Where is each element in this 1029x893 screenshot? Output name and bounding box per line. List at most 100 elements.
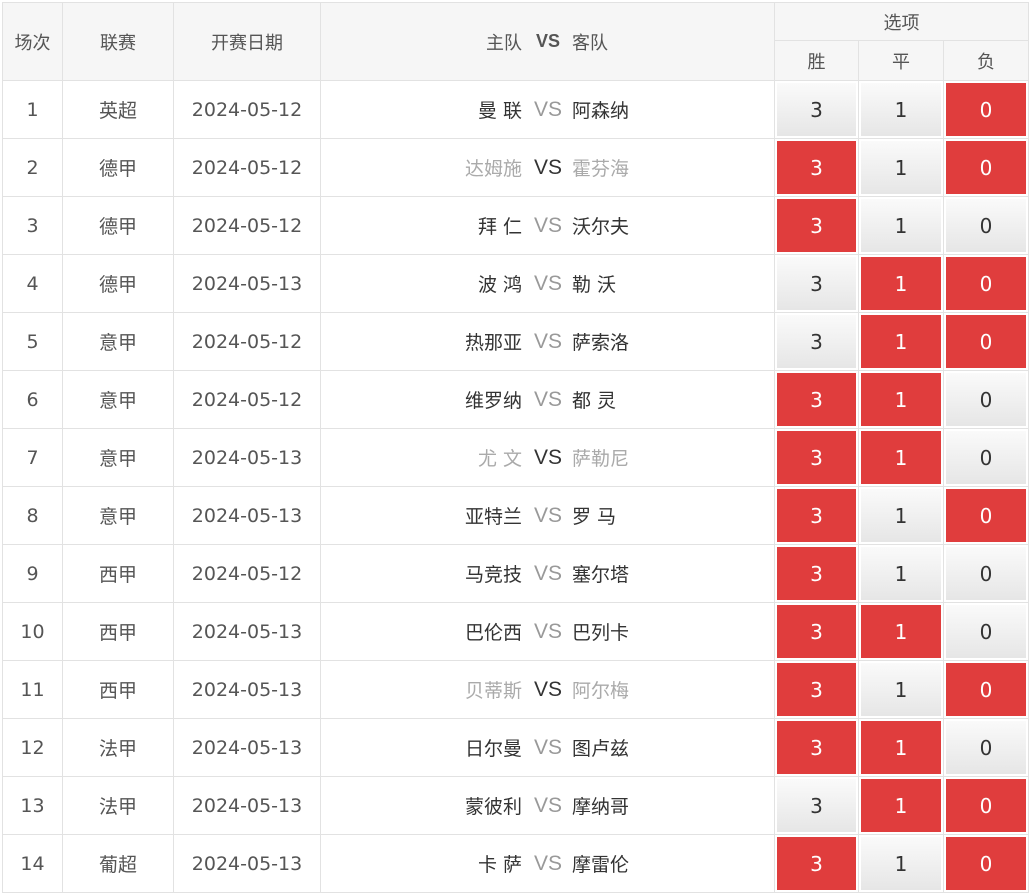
- match-teams: 日尔曼 VS 图卢兹: [320, 718, 775, 777]
- away-team: 萨勒尼: [572, 448, 630, 470]
- option-win-button[interactable]: 3: [777, 315, 856, 368]
- match-teams: 尤 文 VS 萨勒尼: [320, 428, 775, 487]
- vs-label: VS: [533, 445, 562, 469]
- home-team: 卡 萨: [477, 854, 522, 876]
- away-team: 阿尔梅: [572, 680, 630, 702]
- vs-label: VS: [533, 97, 562, 121]
- home-team: 曼 联: [477, 100, 522, 122]
- option-win-button[interactable]: 3: [777, 489, 856, 542]
- match-table: 场次 联赛 开赛日期 主队 VS 客队 选项 胜 平 负 1 英超 2024-05-…: [2, 2, 1029, 893]
- option-win-button[interactable]: 3: [777, 721, 856, 774]
- match-index: 4: [2, 254, 63, 313]
- option-lose-button[interactable]: 0: [946, 779, 1027, 832]
- away-team: 萨索洛: [572, 332, 630, 354]
- match-date: 2024-05-13: [173, 254, 321, 313]
- match-league: 英超: [62, 80, 174, 139]
- option-win-button[interactable]: 3: [777, 663, 856, 716]
- home-team: 马竞技: [464, 564, 522, 586]
- header-vs: VS: [535, 31, 560, 51]
- match-teams: 波 鸿 VS 勒 沃: [320, 254, 775, 313]
- home-team: 贝蒂斯: [464, 680, 522, 702]
- match-teams: 热那亚 VS 萨索洛: [320, 312, 775, 371]
- header-win: 胜: [774, 40, 859, 81]
- table-row: 12 法甲 2024-05-13 日尔曼 VS 图卢兹 3 1 0: [2, 718, 1029, 777]
- match-league: 西甲: [62, 544, 174, 603]
- option-draw-button[interactable]: 1: [861, 141, 941, 194]
- match-league: 法甲: [62, 718, 174, 777]
- away-team: 罗 马: [572, 506, 617, 528]
- option-draw-button[interactable]: 1: [861, 373, 941, 426]
- option-draw-button[interactable]: 1: [861, 199, 941, 252]
- away-team: 沃尔夫: [572, 216, 630, 238]
- match-teams: 拜 仁 VS 沃尔夫: [320, 196, 775, 255]
- match-index: 5: [2, 312, 63, 371]
- option-lose-button[interactable]: 0: [946, 431, 1027, 484]
- option-draw-button[interactable]: 1: [861, 663, 941, 716]
- option-lose-button[interactable]: 0: [946, 315, 1027, 368]
- match-date: 2024-05-12: [173, 138, 321, 197]
- option-draw-button[interactable]: 1: [861, 779, 941, 832]
- option-draw-button[interactable]: 1: [861, 431, 941, 484]
- match-teams: 维罗纳 VS 都 灵: [320, 370, 775, 429]
- option-win-button[interactable]: 3: [777, 547, 856, 600]
- table-row: 4 德甲 2024-05-13 波 鸿 VS 勒 沃 310: [2, 254, 1029, 313]
- option-draw-button[interactable]: 1: [861, 83, 941, 136]
- option-lose-button[interactable]: 0: [946, 663, 1027, 716]
- match-teams: 巴伦西 VS 巴列卡: [320, 602, 775, 661]
- match-date: 2024-05-13: [173, 660, 321, 719]
- option-win-button[interactable]: 3: [777, 257, 856, 310]
- vs-label: VS: [533, 329, 562, 353]
- option-win-button[interactable]: 3: [777, 141, 856, 194]
- match-league: 法甲: [62, 776, 174, 835]
- match-teams: 蒙彼利 VS 摩纳哥: [320, 776, 775, 835]
- header-match: 主队 VS 客队: [320, 2, 775, 81]
- option-win-button[interactable]: 3: [777, 83, 856, 136]
- header-away: 客队: [572, 32, 608, 54]
- away-team: 摩雷伦: [572, 854, 630, 876]
- match-date: 2024-05-13: [173, 776, 321, 835]
- option-lose-button[interactable]: 0: [946, 83, 1027, 136]
- match-index: 12: [2, 718, 63, 777]
- option-lose-button[interactable]: 0: [946, 199, 1027, 252]
- option-lose-button[interactable]: 0: [946, 605, 1027, 658]
- option-lose-button[interactable]: 0: [946, 547, 1027, 600]
- option-win-button[interactable]: 3: [777, 605, 856, 658]
- match-teams: 马竞技 VS 塞尔塔: [320, 544, 775, 603]
- option-draw-button[interactable]: 1: [861, 257, 941, 310]
- match-date: 2024-05-13: [173, 834, 321, 893]
- match-league: 意甲: [62, 486, 174, 545]
- match-league: 西甲: [62, 602, 174, 661]
- match-index: 11: [2, 660, 63, 719]
- option-draw-button[interactable]: 1: [861, 721, 941, 774]
- option-win-button[interactable]: 3: [777, 431, 856, 484]
- match-date: 2024-05-13: [173, 718, 321, 777]
- option-lose-button[interactable]: 0: [946, 373, 1027, 426]
- option-draw-button[interactable]: 1: [861, 315, 941, 368]
- option-draw-button[interactable]: 1: [861, 489, 941, 542]
- option-win-button[interactable]: 3: [777, 373, 856, 426]
- away-team: 阿森纳: [572, 100, 630, 122]
- home-team: 亚特兰: [464, 506, 522, 528]
- table-row: 9 西甲 2024-05-12 马竞技 VS 塞尔塔 3 1 0: [2, 544, 1029, 603]
- away-team: 都 灵: [572, 390, 617, 412]
- option-lose-button[interactable]: 0: [946, 141, 1027, 194]
- option-win-button[interactable]: 3: [777, 199, 856, 252]
- vs-label: VS: [533, 735, 562, 759]
- vs-label: VS: [533, 677, 562, 701]
- away-team: 巴列卡: [572, 622, 630, 644]
- vs-label: VS: [533, 155, 562, 179]
- option-lose-button[interactable]: 0: [946, 489, 1027, 542]
- match-date: 2024-05-13: [173, 602, 321, 661]
- match-index: 7: [2, 428, 63, 487]
- away-team: 勒 沃: [572, 274, 617, 296]
- header-date: 开赛日期: [173, 2, 321, 81]
- table-row: 3 德甲 2024-05-12 拜 仁 VS 沃尔夫 3 1 0: [2, 196, 1029, 255]
- option-lose-button[interactable]: 0: [946, 721, 1027, 774]
- option-draw-button[interactable]: 1: [861, 547, 941, 600]
- home-team: 日尔曼: [464, 738, 522, 760]
- match-index: 9: [2, 544, 63, 603]
- option-win-button[interactable]: 3: [777, 779, 856, 832]
- option-lose-button[interactable]: 0: [946, 257, 1027, 310]
- home-team: 波 鸿: [477, 274, 522, 296]
- option-draw-button[interactable]: 1: [861, 605, 941, 658]
